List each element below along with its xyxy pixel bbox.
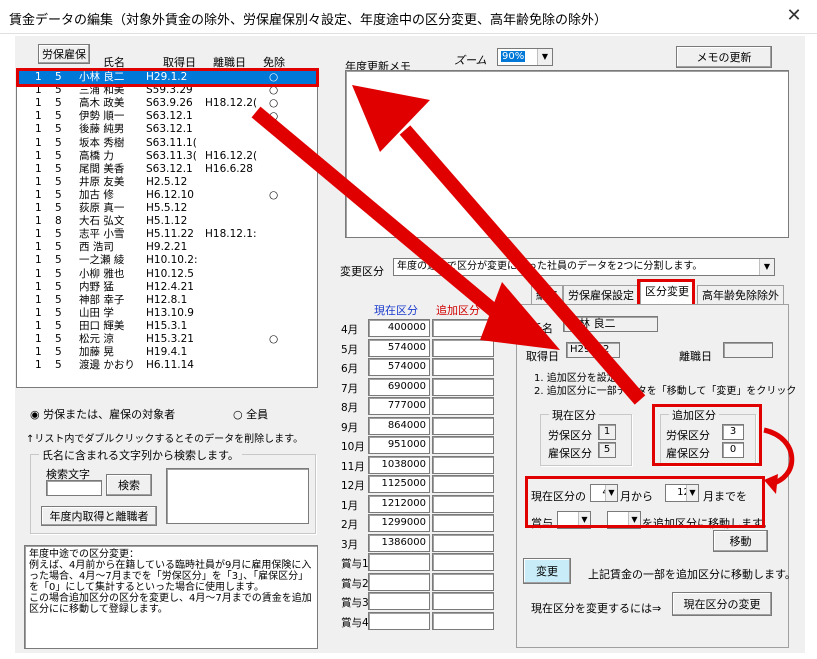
annotation-arrows [251,85,795,494]
arrow-curve [763,427,795,487]
arrow-curve-head [764,474,778,494]
